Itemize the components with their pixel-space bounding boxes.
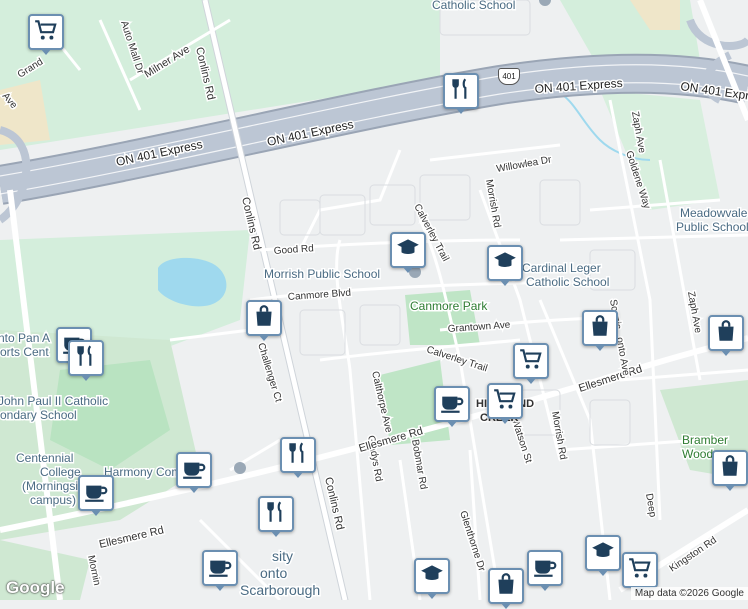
coffee-icon	[83, 478, 109, 509]
marker-shopping-bag[interactable]	[488, 568, 524, 609]
marker-coffee[interactable]	[78, 475, 114, 516]
marker-shopping-bag[interactable]	[712, 450, 748, 491]
shopping-cart-icon	[33, 17, 59, 48]
school-icon	[590, 538, 616, 569]
marker-restaurant[interactable]	[68, 340, 104, 381]
coffee-icon	[439, 389, 465, 420]
shopping-bag-icon	[713, 318, 739, 349]
shopping-cart-icon	[627, 555, 653, 586]
shopping-cart-icon	[518, 346, 544, 377]
park-label: Bramber	[682, 433, 728, 447]
marker-restaurant[interactable]	[280, 437, 316, 478]
shopping-bag-icon	[717, 453, 743, 484]
poi-label: College	[40, 465, 81, 479]
marker-shopping-bag[interactable]	[708, 315, 744, 356]
marker-shopping-cart[interactable]	[28, 14, 64, 55]
coffee-icon	[532, 553, 558, 584]
poi-label: Cardinal Leger	[522, 261, 601, 275]
restaurant-icon	[73, 343, 99, 374]
school-icon	[419, 561, 445, 592]
marker-coffee[interactable]	[202, 550, 238, 591]
marker-shopping-cart[interactable]	[487, 383, 523, 424]
map-attribution[interactable]: Map data ©2026 Google	[630, 587, 748, 600]
marker-school[interactable]	[585, 535, 621, 576]
poi-label: onto	[260, 565, 287, 581]
marker-shopping-bag[interactable]	[246, 300, 282, 341]
restaurant-icon	[448, 76, 474, 107]
marker-coffee[interactable]	[434, 386, 470, 427]
restaurant-icon	[285, 440, 311, 471]
park-label: Canmore Park	[410, 299, 488, 313]
poi-label: campus)	[30, 493, 76, 507]
poi-label: nto Pan A	[0, 331, 50, 345]
coffee-icon	[207, 553, 233, 584]
poi-label: orts Cent	[0, 345, 49, 359]
shopping-cart-icon	[492, 386, 518, 417]
poi-label: Catholic School	[432, 0, 515, 12]
poi-label: Centennial	[16, 451, 73, 465]
poi-label: Morrish Public School	[264, 267, 380, 281]
marker-coffee[interactable]	[527, 550, 563, 591]
shopping-bag-icon	[587, 313, 613, 344]
marker-shopping-cart[interactable]	[513, 343, 549, 384]
poi-label: John Paul II Catholic	[0, 394, 108, 408]
marker-shopping-cart[interactable]	[622, 552, 658, 593]
marker-restaurant[interactable]	[258, 496, 294, 537]
marker-school[interactable]	[487, 245, 523, 286]
marker-school[interactable]	[414, 558, 450, 599]
poi-label: sity	[272, 548, 293, 564]
shopping-bag-icon	[493, 571, 519, 602]
poi-label: Scarborough	[240, 582, 320, 598]
coffee-icon	[181, 455, 207, 486]
highway-401-shield: 401	[498, 68, 520, 85]
shopping-bag-icon	[251, 303, 277, 334]
marker-shopping-bag[interactable]	[582, 310, 618, 351]
marker-coffee[interactable]	[176, 452, 212, 493]
google-logo[interactable]: Google	[6, 578, 65, 598]
poi-label: Meadowvale	[680, 206, 748, 220]
marker-school[interactable]	[390, 232, 426, 273]
poi-label: ondary School	[0, 408, 77, 422]
school-icon	[492, 248, 518, 279]
marker-restaurant[interactable]	[443, 73, 479, 114]
school-icon	[395, 235, 421, 266]
restaurant-icon	[263, 499, 289, 530]
poi-label: Catholic School	[526, 275, 609, 289]
poi-label: Public School	[676, 220, 748, 234]
